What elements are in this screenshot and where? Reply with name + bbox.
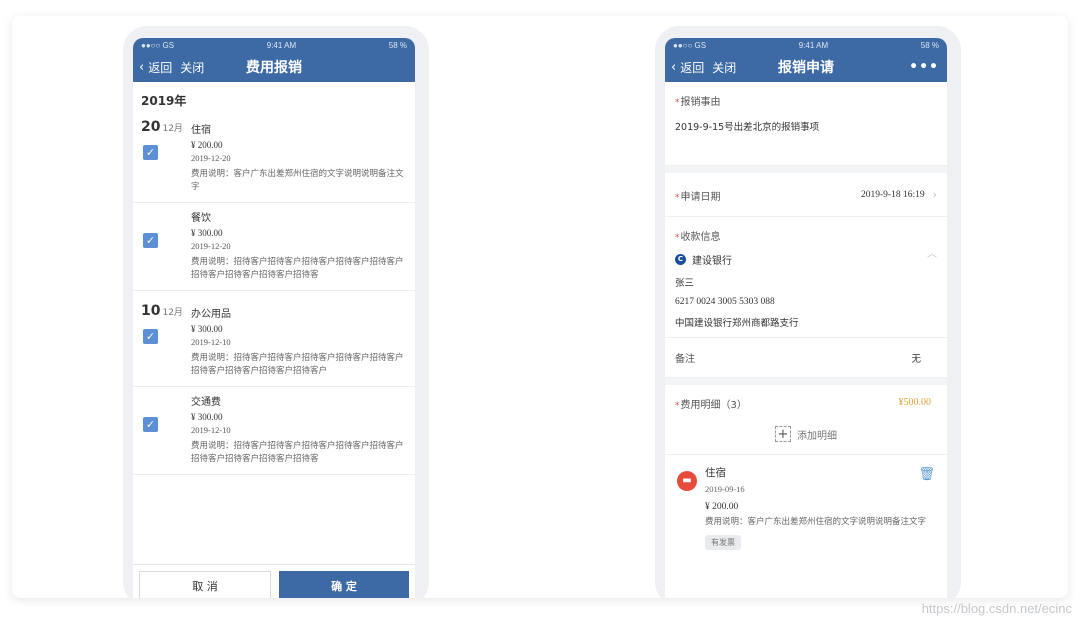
reimbursement-form-screen: ●●○○ GS 9:41 AM 58 % ‹ 返回 关闭 报销申请 ••• *报… xyxy=(665,38,947,598)
chevron-right-icon: › xyxy=(932,188,937,201)
day-group: 10 12月 ✓ 办公用品 ¥ 300.00 2019-12-10 费用说明：招待… xyxy=(133,299,415,475)
checkbox-checked-icon[interactable]: ✓ xyxy=(143,145,158,160)
checkbox-checked-icon[interactable]: ✓ xyxy=(143,233,158,248)
signal-text: ●●○○ GS xyxy=(141,40,175,50)
right-phone: ●●○○ GS 9:41 AM 58 % ‹ 返回 关闭 报销申请 ••• *报… xyxy=(655,26,961,598)
item-desc: 费用说明：招待客户招待客户招待客户招待客户招待客户招待客户招待客户招待客户招待客 xyxy=(191,257,404,280)
expense-list-screen: ●●○○ GS 9:41 AM 58 % ‹ 返回 关闭 费用报销 2019年 … xyxy=(133,38,415,598)
list-item[interactable]: ✓ 交通费 ¥ 300.00 2019-12-10 费用说明：招待客户招待客户招… xyxy=(133,387,415,475)
payee-branch: 中国建设银行郑州商都路支行 xyxy=(675,318,799,329)
back-link[interactable]: 返回 xyxy=(680,59,704,76)
reason-label: 报销事由 xyxy=(680,97,721,108)
canvas: ●●○○ GS 9:41 AM 58 % ‹ 返回 关闭 费用报销 2019年 … xyxy=(0,0,1080,624)
item-amount: ¥ 300.00 xyxy=(191,324,223,334)
item-date: 2019-12-10 xyxy=(191,425,231,435)
battery-text: 58 % xyxy=(388,40,407,50)
action-bar: 取 消 确 定 xyxy=(133,564,415,598)
battery-text: 58 % xyxy=(920,40,939,50)
add-icon: + xyxy=(775,426,791,442)
divider xyxy=(665,166,947,173)
item-amount: ¥ 300.00 xyxy=(191,228,223,238)
chevron-up-icon[interactable]: ︿ xyxy=(927,245,937,260)
item-desc: 费用说明：招待客户招待客户招待客户招待客户招待客户招待客户招待客户招待客户招待客 xyxy=(191,441,404,464)
item-date: 2019-12-20 xyxy=(191,153,231,163)
more-icon[interactable]: ••• xyxy=(909,59,939,75)
time-text: 9:41 AM xyxy=(266,40,297,50)
confirm-button[interactable]: 确 定 xyxy=(279,571,409,598)
remark-field[interactable]: 备注 无 xyxy=(665,338,947,378)
reason-value: 2019-9-15号出差北京的报销事项 xyxy=(675,122,820,133)
add-detail-label: 添加明细 xyxy=(797,430,837,442)
list-item[interactable]: ✓ 餐饮 ¥ 300.00 2019-12-20 费用说明：招待客户招待客户招待… xyxy=(133,203,415,291)
remark-label: 备注 xyxy=(675,354,695,365)
page-title: 费用报销 xyxy=(246,60,302,76)
payee-label: 收款信息 xyxy=(680,232,721,243)
item-date: 2019-12-10 xyxy=(191,337,231,347)
nav-bar: ‹ 返回 关闭 费用报销 xyxy=(133,52,415,82)
details-total: ¥500.00 xyxy=(898,397,932,408)
divider xyxy=(665,378,947,385)
divider xyxy=(133,291,415,299)
reason-field[interactable]: *报销事由 2019-9-15号出差北京的报销事项 xyxy=(665,82,947,166)
bank-name: 建设银行 xyxy=(692,256,732,267)
detail-date: 2019-09-16 xyxy=(705,484,745,494)
nav-bar: ‹ 返回 关闭 报销申请 ••• xyxy=(665,52,947,82)
watermark: https://blog.csdn.net/ecinc xyxy=(921,601,1072,616)
detail-desc: 费用说明：客户广东出差郑州住宿的文字说明说明备注文字 xyxy=(705,517,927,527)
status-bar: ●●○○ GS 9:41 AM 58 % xyxy=(665,38,947,52)
item-desc: 费用说明：客户广东出差郑州住宿的文字说明说明备注文字 xyxy=(191,169,404,192)
add-detail-button[interactable]: + 添加明细 xyxy=(675,426,937,442)
year-header: 2019年 xyxy=(141,94,187,108)
item-name: 餐饮 xyxy=(191,213,211,224)
list-item[interactable]: ✓ 办公用品 ¥ 300.00 2019-12-10 费用说明：招待客户招待客户… xyxy=(133,299,415,387)
apply-date-label: 申请日期 xyxy=(680,192,721,203)
status-bar: ●●○○ GS 9:41 AM 58 % xyxy=(133,38,415,52)
close-link[interactable]: 关闭 xyxy=(712,59,736,76)
time-text: 9:41 AM xyxy=(798,40,829,50)
payee-section: *收款信息 C 建设银行 张三 6217 0024 3005 5303 088 … xyxy=(665,217,947,338)
chevron-left-icon[interactable]: ‹ xyxy=(139,60,144,75)
remark-value: 无 xyxy=(911,353,921,365)
detail-item[interactable]: ▬ 🗑 住宿 2019-09-16 ¥ 200.00 费用说明：客户广东出差郑州… xyxy=(665,454,947,560)
list-item[interactable]: ✓ 住宿 ¥ 200.00 2019-12-20 费用说明：客户广东出差郑州住宿… xyxy=(133,115,415,203)
screenshot-card: ●●○○ GS 9:41 AM 58 % ‹ 返回 关闭 费用报销 2019年 … xyxy=(12,16,1068,598)
chevron-left-icon[interactable]: ‹ xyxy=(671,60,676,75)
close-link[interactable]: 关闭 xyxy=(180,59,204,76)
page-title: 报销申请 xyxy=(778,60,834,76)
item-name: 交通费 xyxy=(191,397,221,408)
invoice-tag: 有发票 xyxy=(705,535,741,550)
item-amount: ¥ 300.00 xyxy=(191,412,223,422)
item-amount: ¥ 200.00 xyxy=(191,140,223,150)
item-name: 办公用品 xyxy=(191,309,231,320)
hotel-icon: ▬ xyxy=(677,471,697,491)
bank-logo-icon: C xyxy=(675,254,686,265)
trash-icon[interactable]: 🗑 xyxy=(918,467,935,482)
payee-name: 张三 xyxy=(675,278,695,289)
item-desc: 费用说明：招待客户招待客户招待客户招待客户招待客户招待客户招待客户招待客户招待客… xyxy=(191,353,404,376)
signal-text: ●●○○ GS xyxy=(673,40,707,50)
detail-amount: ¥ 200.00 xyxy=(705,502,739,512)
apply-date-value: 2019-9-18 16:19 xyxy=(861,189,925,200)
bank-row[interactable]: C 建设银行 xyxy=(675,252,937,267)
detail-name: 住宿 xyxy=(705,467,726,479)
payee-account: 6217 0024 3005 5303 088 xyxy=(675,297,775,307)
item-date: 2019-12-20 xyxy=(191,241,231,251)
day-group: 20 12月 ✓ 住宿 ¥ 200.00 2019-12-20 费用说明：客户广东… xyxy=(133,115,415,291)
back-link[interactable]: 返回 xyxy=(148,59,172,76)
cancel-button[interactable]: 取 消 xyxy=(139,571,271,598)
details-label: 费用明细（3） xyxy=(680,400,747,411)
checkbox-checked-icon[interactable]: ✓ xyxy=(143,329,158,344)
apply-date-field[interactable]: *申请日期 2019-9-18 16:19 › xyxy=(665,173,947,217)
details-section: *费用明细（3） ¥500.00 + 添加明细 xyxy=(665,385,947,454)
left-phone: ●●○○ GS 9:41 AM 58 % ‹ 返回 关闭 费用报销 2019年 … xyxy=(123,26,429,598)
checkbox-checked-icon[interactable]: ✓ xyxy=(143,417,158,432)
item-name: 住宿 xyxy=(191,125,211,136)
